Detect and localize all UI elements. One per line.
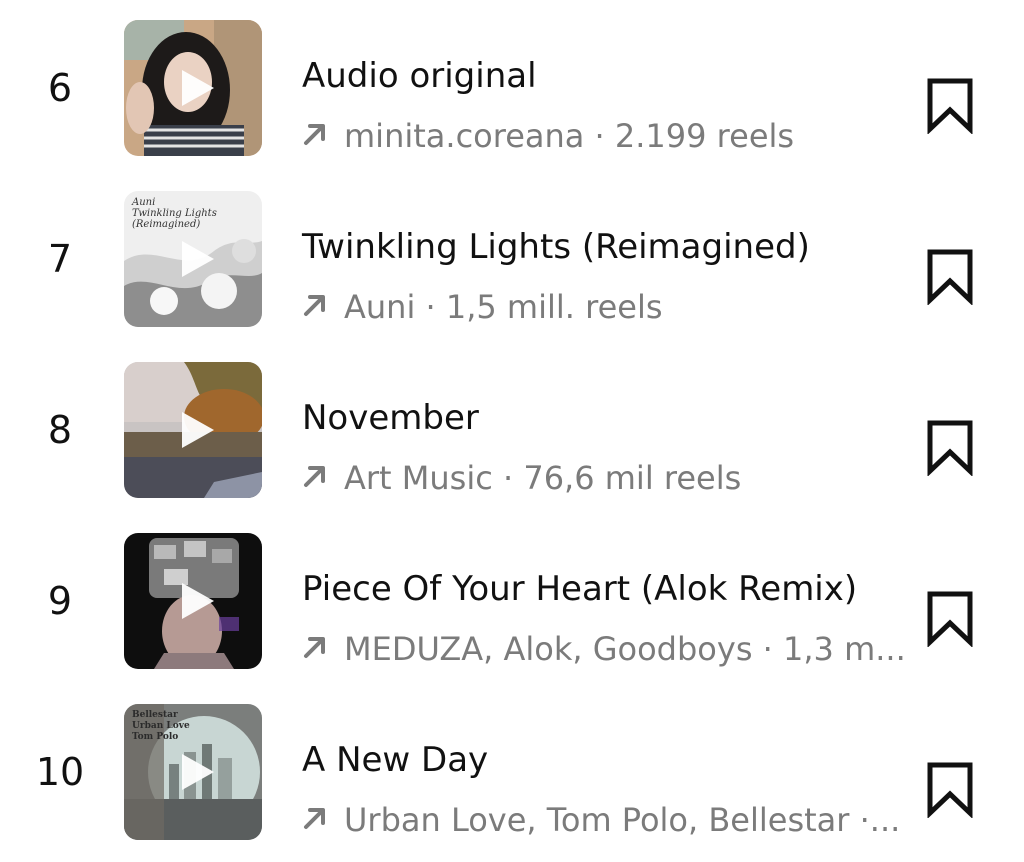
trending-arrow-icon bbox=[304, 295, 325, 316]
rank-number: 10 bbox=[35, 750, 85, 794]
trending-arrow-icon bbox=[304, 466, 325, 487]
audio-title[interactable]: November bbox=[302, 396, 479, 440]
audio-thumbnail[interactable]: Auni Twinkling Lights (Reimagined) bbox=[124, 191, 262, 327]
audio-row-9[interactable]: 9 Piece Of Your Heart (Alok Remix) MEDUZ… bbox=[0, 531, 1024, 671]
audio-meta[interactable]: minita.coreana · 2.199 reels bbox=[300, 114, 910, 158]
audio-title[interactable]: Twinkling Lights (Reimagined) bbox=[302, 225, 810, 269]
audio-thumbnail[interactable] bbox=[124, 533, 262, 669]
play-icon[interactable] bbox=[174, 579, 218, 623]
rank-number: 8 bbox=[47, 408, 73, 452]
rank-number: 6 bbox=[47, 66, 73, 110]
audio-title[interactable]: Piece Of Your Heart (Alok Remix) bbox=[302, 567, 857, 611]
trending-arrow-icon bbox=[304, 637, 325, 658]
play-icon[interactable] bbox=[174, 66, 218, 110]
audio-meta[interactable]: MEDUZA, Alok, Goodboys · 1,3 m... bbox=[300, 627, 910, 671]
audio-meta[interactable]: Auni · 1,5 mill. reels bbox=[300, 285, 910, 329]
audio-subtitle: Urban Love, Tom Polo, Bellestar ·... bbox=[344, 801, 901, 839]
audio-title[interactable]: Audio original bbox=[302, 54, 537, 98]
audio-row-7[interactable]: 7 Auni Twinkling Lights (Reimagined) Twi… bbox=[0, 189, 1024, 329]
audio-row-10[interactable]: 10 Bellestar Urban Love Tom Polo A New D… bbox=[0, 702, 1024, 842]
audio-row-8[interactable]: 8 November Art Music · 76,6 mil reels bbox=[0, 360, 1024, 500]
trending-audio-list: 6 Audio original minita.coreana · 2.199 … bbox=[0, 0, 1024, 862]
audio-subtitle: Auni · 1,5 mill. reels bbox=[344, 288, 663, 326]
play-icon[interactable] bbox=[174, 750, 218, 794]
bookmark-icon[interactable] bbox=[924, 247, 976, 305]
audio-meta[interactable]: Urban Love, Tom Polo, Bellestar ·... bbox=[300, 798, 910, 842]
audio-thumbnail[interactable]: Bellestar Urban Love Tom Polo bbox=[124, 704, 262, 840]
audio-subtitle: MEDUZA, Alok, Goodboys · 1,3 m... bbox=[344, 630, 906, 668]
bookmark-icon[interactable] bbox=[924, 76, 976, 134]
rank-number: 9 bbox=[47, 579, 73, 623]
audio-subtitle: minita.coreana · 2.199 reels bbox=[344, 117, 795, 155]
cover-text: Bellestar Urban Love Tom Polo bbox=[132, 710, 190, 742]
audio-row-6[interactable]: 6 Audio original minita.coreana · 2.199 … bbox=[0, 18, 1024, 158]
rank-number: 7 bbox=[47, 237, 73, 281]
bookmark-icon[interactable] bbox=[924, 760, 976, 818]
trending-arrow-icon bbox=[304, 124, 325, 145]
audio-title[interactable]: A New Day bbox=[302, 738, 488, 782]
audio-thumbnail[interactable] bbox=[124, 362, 262, 498]
cover-text: Auni Twinkling Lights (Reimagined) bbox=[132, 197, 217, 230]
bookmark-icon[interactable] bbox=[924, 589, 976, 647]
audio-subtitle: Art Music · 76,6 mil reels bbox=[344, 459, 742, 497]
trending-arrow-icon bbox=[304, 808, 325, 829]
bookmark-icon[interactable] bbox=[924, 418, 976, 476]
play-icon[interactable] bbox=[174, 237, 218, 281]
play-icon[interactable] bbox=[174, 408, 218, 452]
audio-thumbnail[interactable] bbox=[124, 20, 262, 156]
audio-meta[interactable]: Art Music · 76,6 mil reels bbox=[300, 456, 910, 500]
